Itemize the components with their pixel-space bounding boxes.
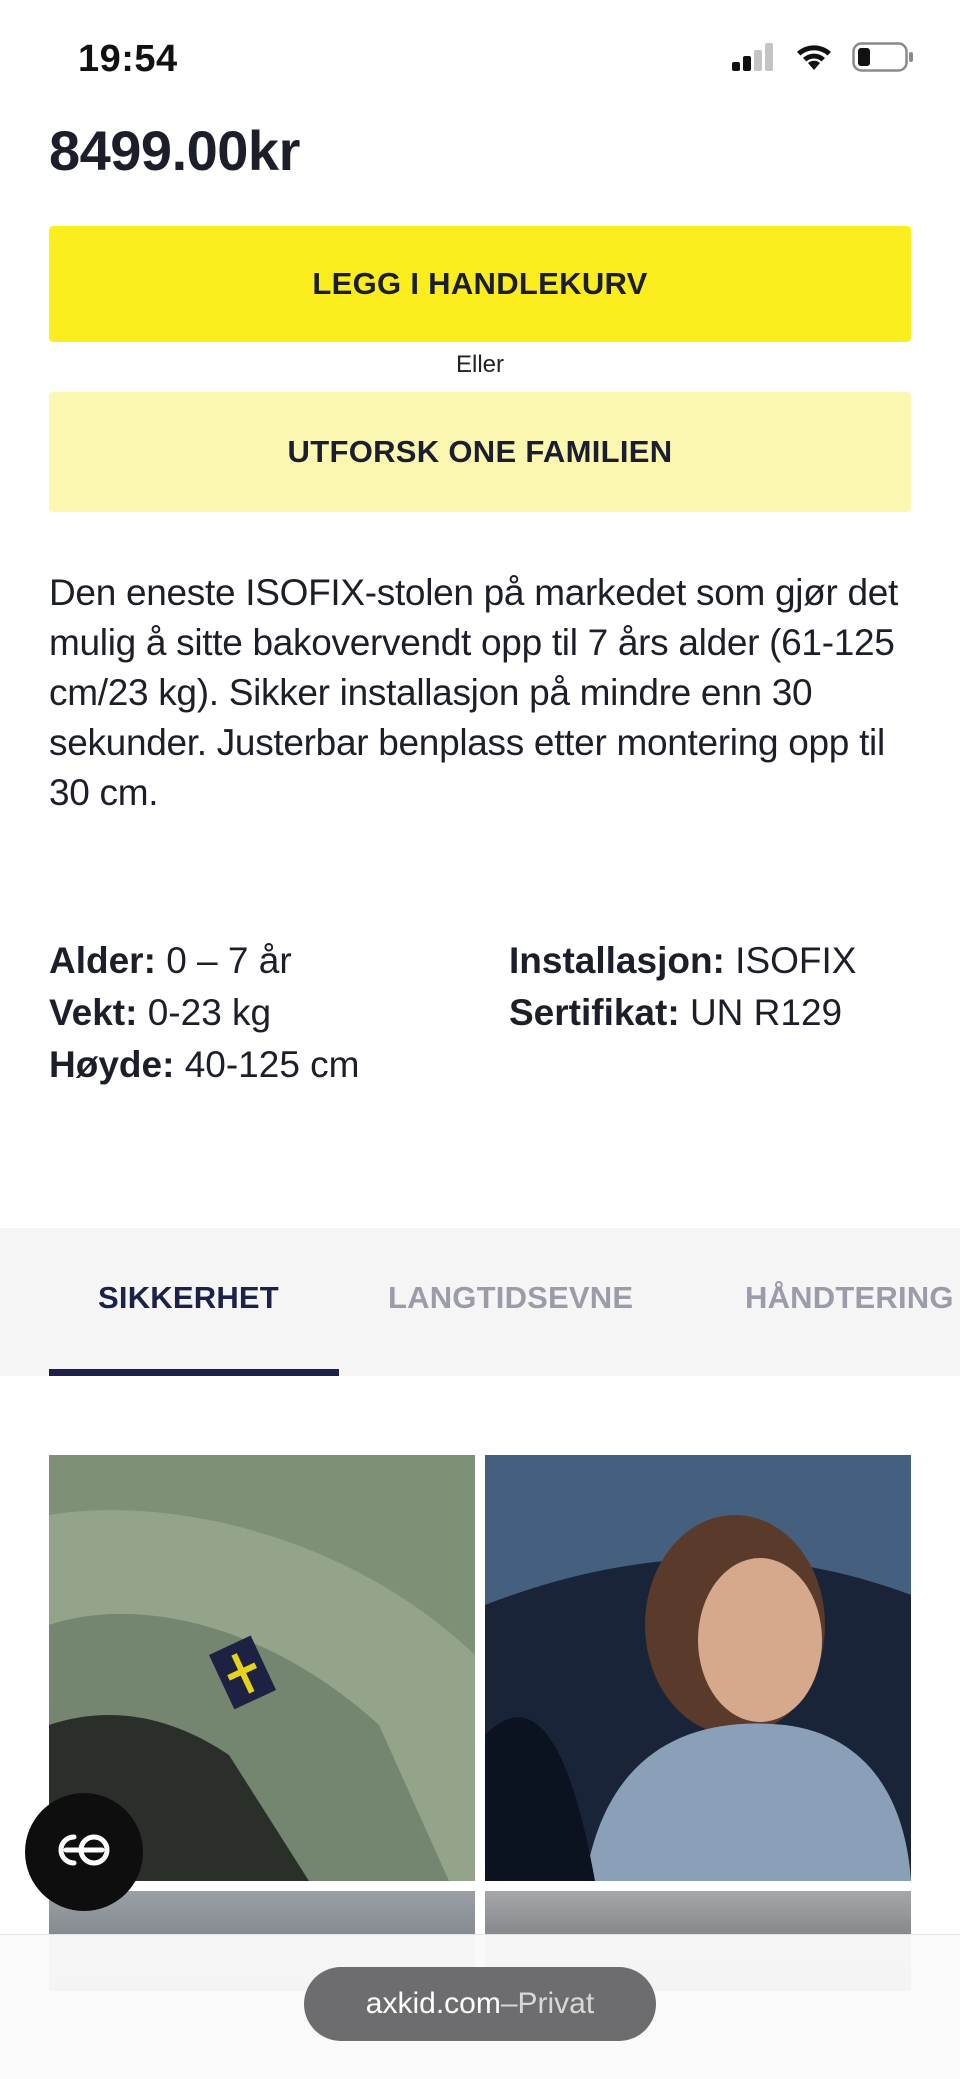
status-time: 19:54 <box>78 38 178 80</box>
tab-safety[interactable]: SIKKERHET <box>98 1280 279 1316</box>
spec-label: Sertifikat: <box>509 992 680 1033</box>
spec-value: UN R129 <box>689 992 843 1033</box>
spec-certificate: Sertifikat: UN R129 <box>509 987 856 1039</box>
spec-value: 0-23 kg <box>147 992 272 1033</box>
private-mode-label: Privat <box>517 1987 595 2020</box>
spec-value: 0 – 7 år <box>166 940 292 981</box>
browser-bottom-bar: axkid.com – Privat <box>0 1934 960 2079</box>
specs-left-column: Alder: 0 – 7 år Vekt: 0-23 kg Høyde: 40-… <box>49 935 360 1091</box>
spec-label: Installasjon: <box>509 940 725 981</box>
address-separator: – <box>500 1987 518 2020</box>
product-price: 8499.00kr <box>49 119 300 182</box>
battery-icon <box>852 42 914 77</box>
address-bar[interactable]: axkid.com – Privat <box>304 1967 656 2041</box>
feature-tabs: SIKKERHET LANGTIDSEVNE HÅNDTERING <box>0 1228 960 1376</box>
product-image-child[interactable] <box>485 1455 911 1881</box>
chat-button[interactable] <box>25 1793 143 1911</box>
spec-value: 40-125 cm <box>184 1044 360 1085</box>
product-description: Den eneste ISOFIX-stolen på markedet som… <box>49 572 899 813</box>
wifi-icon <box>794 42 834 77</box>
spec-age: Alder: 0 – 7 år <box>49 935 360 987</box>
spec-height: Høyde: 40-125 cm <box>49 1039 360 1091</box>
child-photo-illustration <box>485 1455 911 1881</box>
active-tab-indicator <box>49 1369 339 1376</box>
spec-label: Høyde: <box>49 1044 175 1085</box>
add-to-cart-button[interactable]: LEGG I HANDLEKURV <box>49 226 911 342</box>
specs-right-column: Installasjon: ISOFIX Sertifikat: UN R129 <box>509 935 856 1039</box>
status-icons <box>732 42 914 77</box>
spec-installation: Installasjon: ISOFIX <box>509 935 856 987</box>
spec-label: Vekt: <box>49 992 138 1033</box>
address-domain: axkid.com <box>365 1987 501 2020</box>
chat-icon <box>52 1833 116 1872</box>
spec-value: ISOFIX <box>735 940 857 981</box>
spec-weight: Vekt: 0-23 kg <box>49 987 360 1039</box>
tab-handling[interactable]: HÅNDTERING <box>745 1280 954 1316</box>
explore-family-button[interactable]: UTFORSK ONE FAMILIEN <box>49 392 911 512</box>
status-bar: 19:54 <box>0 0 960 112</box>
spec-label: Alder: <box>49 940 156 981</box>
cellular-signal-icon <box>732 43 776 76</box>
or-separator-text: Eller <box>455 351 504 378</box>
tab-longevity[interactable]: LANGTIDSEVNE <box>388 1280 633 1316</box>
